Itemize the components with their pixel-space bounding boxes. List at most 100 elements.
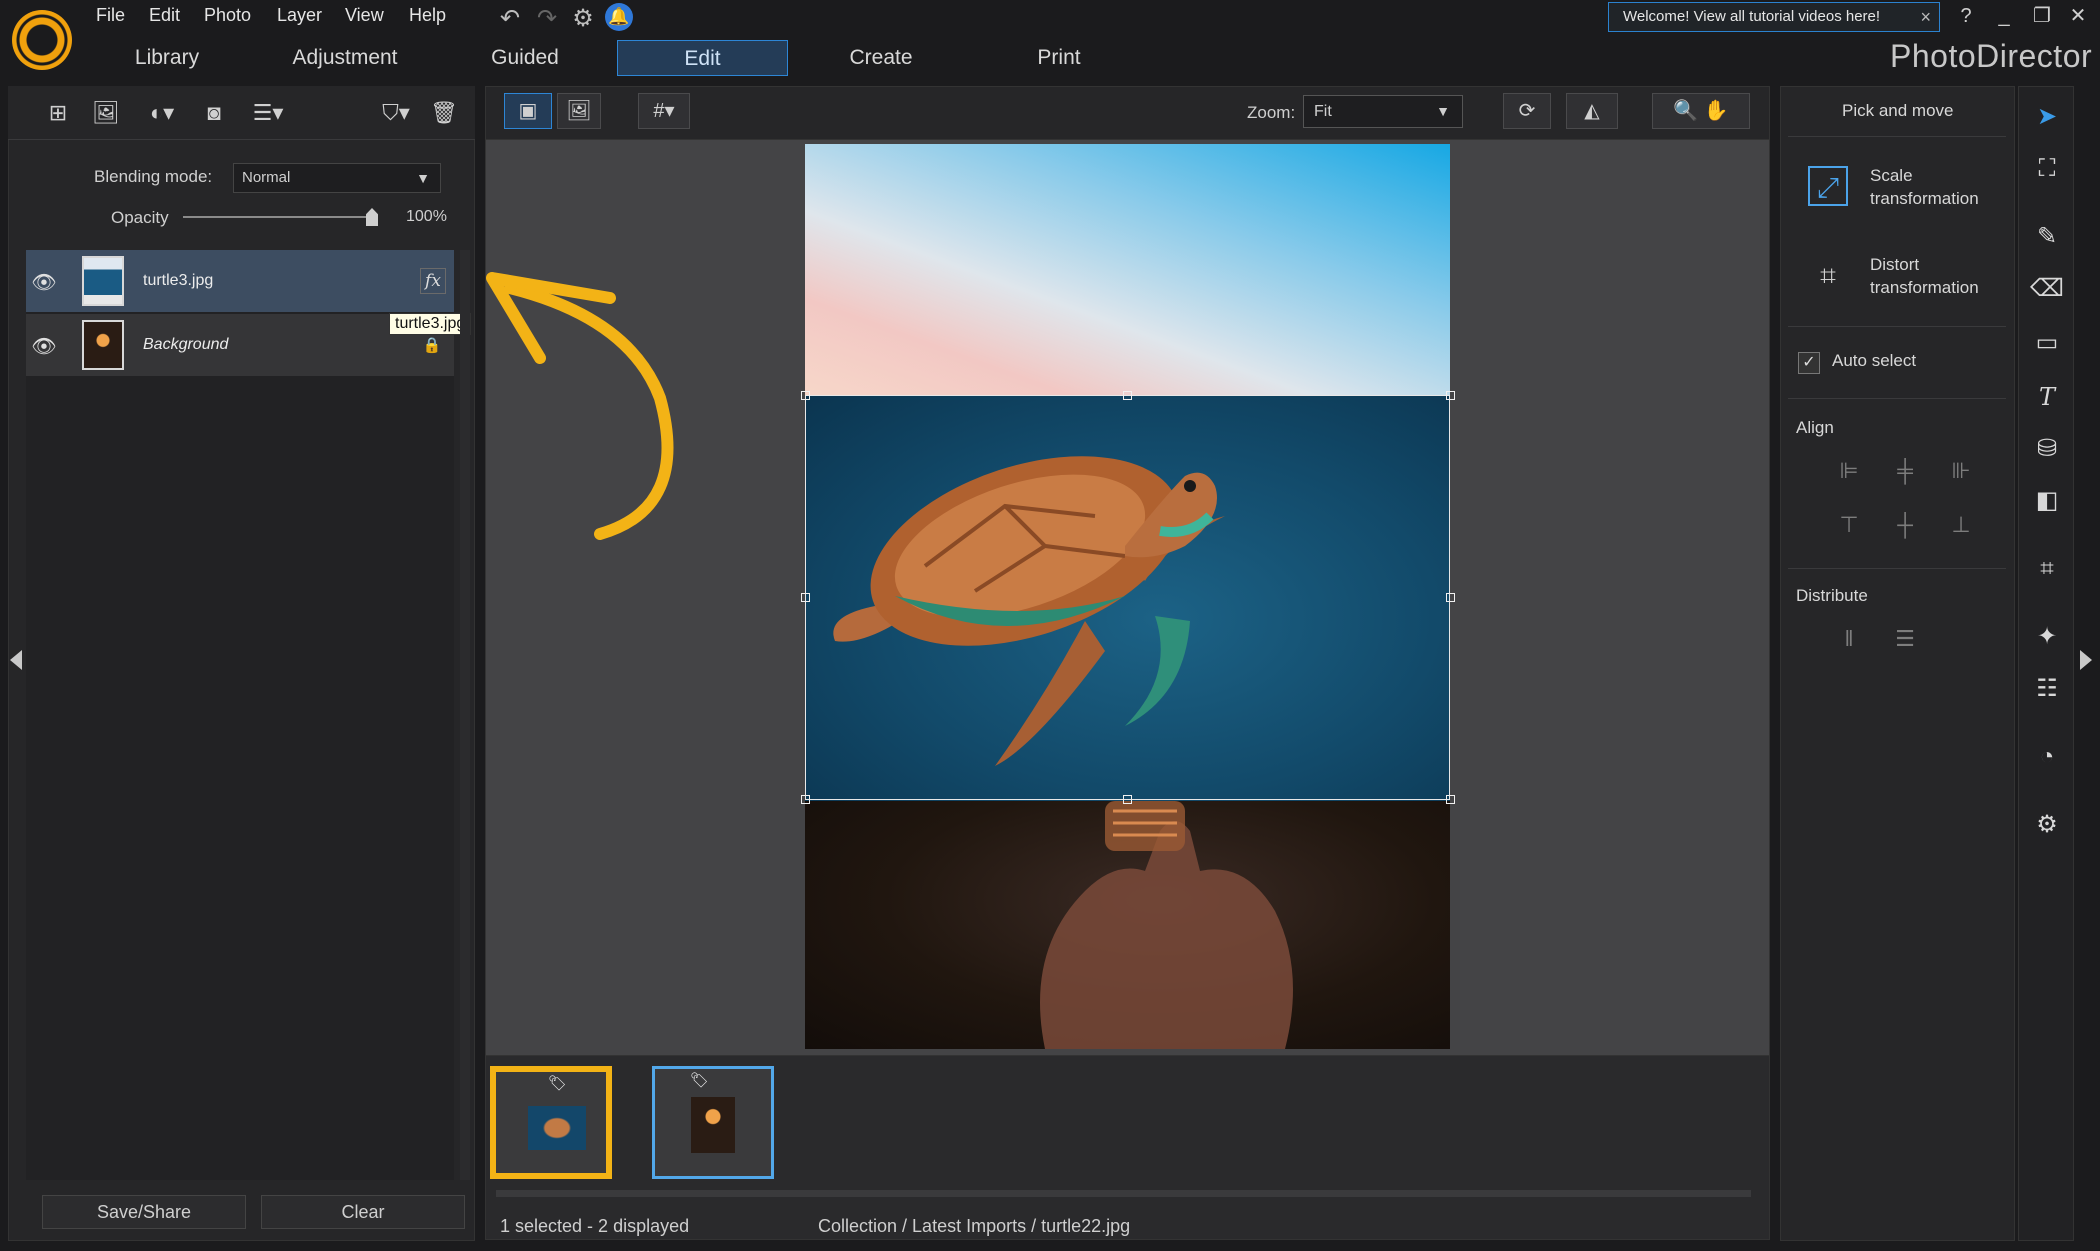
- grid-icon[interactable]: #▾: [638, 93, 690, 129]
- eraser-icon[interactable]: ⌫: [2030, 272, 2064, 306]
- crop-icon[interactable]: ⌗: [2030, 552, 2064, 586]
- fill-bucket-icon[interactable]: ⛁: [2030, 432, 2064, 466]
- filmstrip-scrollbar[interactable]: [496, 1190, 1751, 1197]
- align-top-icon[interactable]: ⊤: [1834, 510, 1864, 540]
- zoom-select[interactable]: Fit ▼: [1303, 95, 1463, 128]
- new-layer-icon[interactable]: ⊞: [40, 98, 76, 128]
- distort-transform-icon[interactable]: ⌗: [1808, 256, 1848, 296]
- layers-scrollbar[interactable]: [460, 250, 470, 1180]
- gradient-icon[interactable]: ◧: [2030, 484, 2064, 518]
- transform-handle-top-left[interactable]: [801, 391, 810, 400]
- auto-select-label: Auto select: [1832, 351, 1917, 370]
- layer-options-icon[interactable]: ☰▾: [250, 98, 286, 128]
- minimize-icon[interactable]: _: [1990, 2, 2018, 30]
- opacity-slider-track[interactable]: [183, 216, 375, 218]
- hand-pan-icon[interactable]: ✋: [1704, 100, 1729, 122]
- collapse-left-panel-icon[interactable]: [10, 650, 22, 670]
- magnifier-icon[interactable]: 🔍: [1673, 100, 1698, 122]
- divider: [1788, 136, 2006, 137]
- image-view-icon[interactable]: 🖼: [557, 93, 601, 129]
- align-center-icon[interactable]: ╪: [1890, 456, 1920, 486]
- layer-thumbnail: [82, 320, 124, 370]
- rectangle-shape-icon[interactable]: ▭: [2030, 326, 2064, 360]
- tab-adjustment[interactable]: Adjustment: [280, 40, 410, 76]
- visibility-eye-icon[interactable]: 👁: [30, 270, 58, 294]
- mask-icon[interactable]: ◙: [196, 98, 232, 128]
- adjustments-sliders-icon[interactable]: ☷: [2030, 672, 2064, 706]
- transform-handle-right[interactable]: [1446, 593, 1455, 602]
- selection-bounding-box[interactable]: [805, 395, 1450, 800]
- menu-edit[interactable]: Edit: [149, 5, 180, 26]
- text-tool-icon[interactable]: T: [2030, 380, 2064, 414]
- close-icon[interactable]: ✕: [2064, 2, 2092, 30]
- clear-button[interactable]: Clear: [261, 1195, 465, 1229]
- color-wheel-icon[interactable]: ◔: [2030, 740, 2064, 774]
- transform-handle-top[interactable]: [1123, 391, 1132, 400]
- add-image-layer-icon[interactable]: 🖼: [88, 98, 124, 128]
- distribute-vertical-icon[interactable]: ☰: [1890, 624, 1920, 654]
- layer-view-icon[interactable]: ▣: [504, 93, 552, 129]
- pick-and-move-icon[interactable]: ➤: [2030, 100, 2064, 134]
- scale-line-1: Scale: [1870, 166, 1913, 185]
- align-bottom-icon[interactable]: ⊥: [1946, 510, 1976, 540]
- help-icon[interactable]: ?: [1952, 2, 1980, 30]
- align-left-icon[interactable]: ⊫: [1834, 456, 1864, 486]
- align-middle-icon[interactable]: ┼: [1890, 510, 1920, 540]
- menu-photo[interactable]: Photo: [204, 5, 251, 26]
- filmstrip-thumbnail-turtle[interactable]: 🏷: [490, 1066, 612, 1179]
- tab-print[interactable]: Print: [994, 40, 1124, 76]
- menu-layer[interactable]: Layer: [277, 5, 322, 26]
- transform-handle-left[interactable]: [801, 593, 810, 602]
- flip-icon[interactable]: ◭: [1566, 93, 1618, 129]
- tab-create[interactable]: Create: [816, 40, 946, 76]
- welcome-banner[interactable]: Welcome! View all tutorial videos here! …: [1608, 2, 1940, 32]
- transform-handle-bottom[interactable]: [1123, 795, 1132, 804]
- auto-select-checkbox[interactable]: ✓: [1798, 352, 1820, 374]
- align-right-icon[interactable]: ⊪: [1946, 456, 1976, 486]
- lock-icon: 🔒: [422, 337, 442, 354]
- collapse-right-panel-icon[interactable]: [2080, 650, 2092, 670]
- divider: [1788, 568, 2006, 569]
- sky-region: [805, 144, 1450, 396]
- selection-brush-icon[interactable]: ⛶: [2030, 152, 2064, 186]
- settings-gear-icon[interactable]: ⚙: [2030, 808, 2064, 842]
- visibility-eye-icon[interactable]: 👁: [30, 334, 58, 358]
- transform-handle-bottom-right[interactable]: [1446, 795, 1455, 804]
- save-share-button[interactable]: Save/Share: [42, 1195, 246, 1229]
- transform-handle-top-right[interactable]: [1446, 391, 1455, 400]
- zoom-value: Fit: [1314, 103, 1332, 120]
- menu-view[interactable]: View: [345, 5, 384, 26]
- filter-icon[interactable]: ⛉▾: [378, 98, 414, 128]
- blending-mode-select[interactable]: Normal ▼: [233, 163, 441, 193]
- filmstrip-thumbnail-background[interactable]: 🏷: [652, 1066, 774, 1179]
- tab-library[interactable]: Library: [102, 40, 232, 76]
- chevron-down-icon: ▼: [1436, 103, 1450, 119]
- transform-handle-bottom-left[interactable]: [801, 795, 810, 804]
- delete-layer-icon[interactable]: 🗑: [426, 98, 462, 128]
- welcome-close-icon[interactable]: ×: [1920, 3, 1931, 31]
- divider: [1788, 326, 2006, 327]
- scale-transform-icon[interactable]: ⤢: [1808, 166, 1848, 206]
- undo-icon[interactable]: ↶: [495, 4, 525, 34]
- tab-guided[interactable]: Guided: [460, 40, 590, 76]
- notification-bell-icon[interactable]: 🔔: [605, 3, 633, 31]
- menu-file[interactable]: File: [96, 5, 125, 26]
- scale-transformation-option[interactable]: Scale transformation: [1870, 164, 1979, 210]
- layer-thumbnail: [82, 256, 124, 306]
- rotate-icon[interactable]: ⟳: [1503, 93, 1551, 129]
- tag-icon: 🏷: [690, 1072, 710, 1089]
- scale-line-2: transformation: [1870, 189, 1979, 208]
- distort-transformation-option[interactable]: Distort transformation: [1870, 253, 1979, 299]
- settings-gear-icon[interactable]: ⚙: [568, 4, 598, 34]
- brush-icon[interactable]: ✎: [2030, 220, 2064, 254]
- layer-effects-fx-icon[interactable]: fx: [420, 268, 446, 294]
- menu-help[interactable]: Help: [409, 5, 446, 26]
- brand-title: PhotoDirector: [1890, 38, 2093, 74]
- restore-icon[interactable]: ❐: [2028, 2, 2056, 30]
- redo-icon[interactable]: ↷: [532, 4, 562, 34]
- adjustment-layer-icon[interactable]: ◐▾: [144, 98, 180, 128]
- distort-line-1: Distort: [1870, 255, 1920, 274]
- magic-wand-icon[interactable]: ✦: [2030, 620, 2064, 654]
- distribute-horizontal-icon[interactable]: ‖: [1834, 624, 1864, 654]
- tab-edit[interactable]: Edit: [617, 40, 788, 76]
